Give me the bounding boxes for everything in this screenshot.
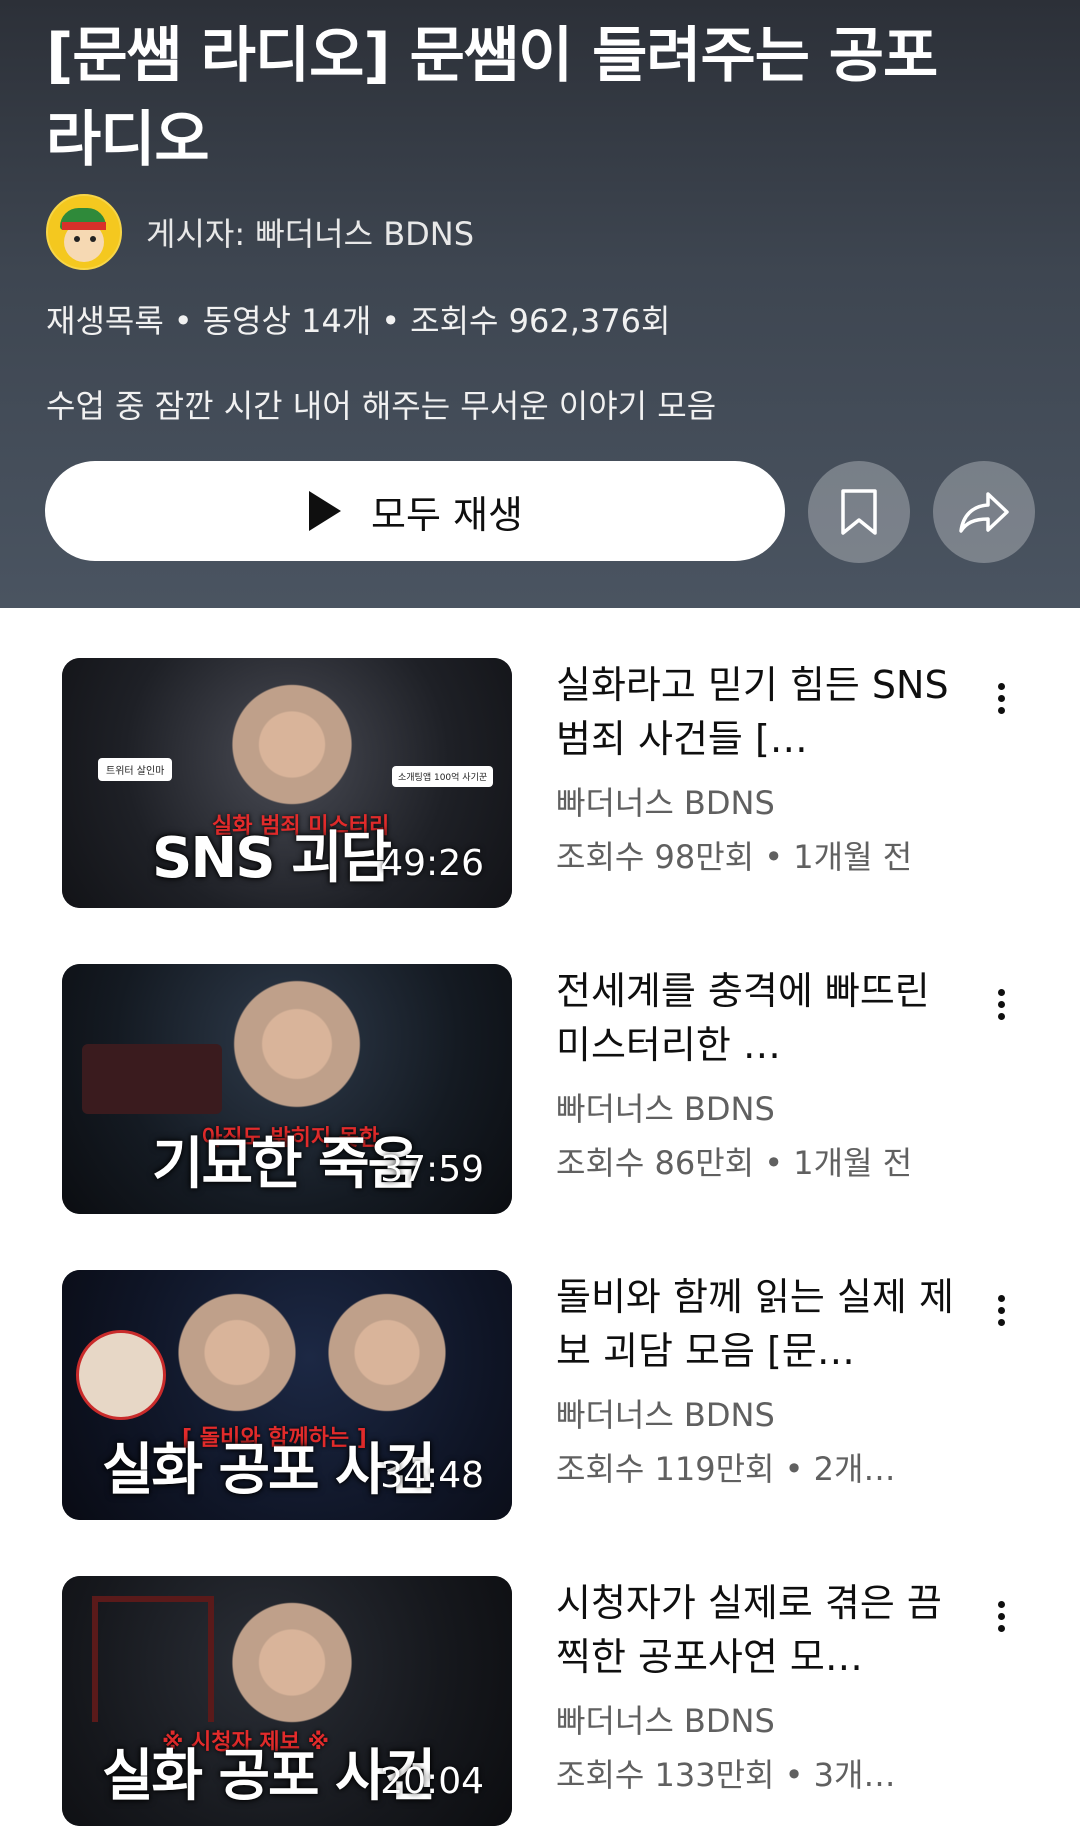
- video-title[interactable]: 전세계를 충격에 빠뜨린 미스터리한 …: [556, 964, 956, 1072]
- share-button[interactable]: [933, 461, 1035, 563]
- thumb-label: 소개팅앱 100억 사기꾼: [392, 766, 494, 787]
- more-options-icon[interactable]: [986, 984, 1016, 1034]
- more-options-icon[interactable]: [986, 1596, 1016, 1646]
- list-item[interactable]: 트위터 살인마 소개팅앱 100억 사기꾼 실화 범죄 미스터리 SNS 괴담 …: [0, 608, 1080, 908]
- video-stats: 조회수 133만회 • 3개…: [556, 1756, 896, 1794]
- video-info[interactable]: 전세계를 충격에 빠뜨린 미스터리한 … 빠더너스 BDNS 조회수 86만회 …: [556, 964, 956, 1184]
- list-item[interactable]: [ 돌비와 함께하는 ] 실화 공포 사건 34:48 돌비와 함께 읽는 실제…: [0, 1220, 1080, 1520]
- list-item[interactable]: 아직도 밝히지 못한 기묘한 죽음 37:59 전세계를 충격에 빠뜨린 미스터…: [0, 914, 1080, 1214]
- video-channel: 빠더너스 BDNS: [556, 1396, 775, 1434]
- video-channel: 빠더너스 BDNS: [556, 784, 775, 822]
- list-item[interactable]: ※ 시청자 제보 ※ 실화 공포 사건 20:04 시청자가 실제로 겪은 끔찍…: [0, 1526, 1080, 1826]
- video-info[interactable]: 실화라고 믿기 힘든 SNS 범죄 사건들 [… 빠더너스 BDNS 조회수 9…: [556, 658, 956, 878]
- video-title[interactable]: 돌비와 함께 읽는 실제 제보 괴담 모음 [문…: [556, 1270, 956, 1378]
- video-duration: 20:04: [380, 1761, 484, 1802]
- playlist-description: 수업 중 잠깐 시간 내어 해주는 무서운 이야기 모음: [46, 387, 717, 425]
- save-playlist-button[interactable]: [808, 461, 910, 563]
- video-channel: 빠더너스 BDNS: [556, 1090, 775, 1128]
- playlist-author[interactable]: 게시자: 빠더너스 BDNS: [146, 209, 474, 255]
- bookmark-icon: [841, 489, 877, 535]
- video-info[interactable]: 시청자가 실제로 겪은 끔찍한 공포사연 모… 빠더너스 BDNS 조회수 13…: [556, 1576, 956, 1796]
- video-duration: 37:59: [380, 1149, 484, 1190]
- video-stats: 조회수 119만회 • 2개…: [556, 1450, 896, 1488]
- video-thumbnail[interactable]: ※ 시청자 제보 ※ 실화 공포 사건 20:04: [62, 1576, 512, 1826]
- author-row[interactable]: 게시자: 빠더너스 BDNS: [46, 194, 474, 270]
- video-title[interactable]: 실화라고 믿기 힘든 SNS 범죄 사건들 […: [556, 658, 956, 766]
- playlist-title: [문쌤 라디오] 문쌤이 들려주는 공포 라디오: [46, 21, 938, 175]
- share-icon: [959, 492, 1009, 533]
- channel-avatar[interactable]: [46, 194, 122, 270]
- more-options-icon[interactable]: [986, 678, 1016, 728]
- playlist-type: 재생목록: [46, 302, 164, 340]
- video-thumbnail[interactable]: 아직도 밝히지 못한 기묘한 죽음 37:59: [62, 964, 512, 1214]
- view-count: 조회수 962,376회: [410, 302, 671, 340]
- video-title[interactable]: 시청자가 실제로 겪은 끔찍한 공포사연 모…: [556, 1576, 956, 1684]
- video-duration: 34:48: [380, 1455, 484, 1496]
- video-stats: 조회수 86만회 • 1개월 전: [556, 1144, 913, 1182]
- video-thumbnail[interactable]: 트위터 살인마 소개팅앱 100억 사기꾼 실화 범죄 미스터리 SNS 괴담 …: [62, 658, 512, 908]
- video-duration: 49:26: [380, 843, 484, 884]
- play-all-button[interactable]: 모두 재생: [45, 461, 785, 561]
- video-count: 동영상 14개: [202, 302, 372, 340]
- playlist-header: [문쌤 라디오] 문쌤이 들려주는 공포 라디오 게시자: 빠더너스 BDNS …: [0, 0, 1080, 608]
- play-all-label: 모두 재생: [371, 492, 523, 537]
- video-channel: 빠더너스 BDNS: [556, 1702, 775, 1740]
- more-options-icon[interactable]: [986, 1290, 1016, 1340]
- video-info[interactable]: 돌비와 함께 읽는 실제 제보 괴담 모음 [문… 빠더너스 BDNS 조회수 …: [556, 1270, 956, 1490]
- playlist-meta: 재생목록 • 동영상 14개 • 조회수 962,376회: [46, 302, 671, 340]
- video-stats: 조회수 98만회 • 1개월 전: [556, 838, 913, 876]
- video-thumbnail[interactable]: [ 돌비와 함께하는 ] 실화 공포 사건 34:48: [62, 1270, 512, 1520]
- play-icon: [309, 491, 342, 531]
- thumb-label: 트위터 살인마: [98, 758, 173, 781]
